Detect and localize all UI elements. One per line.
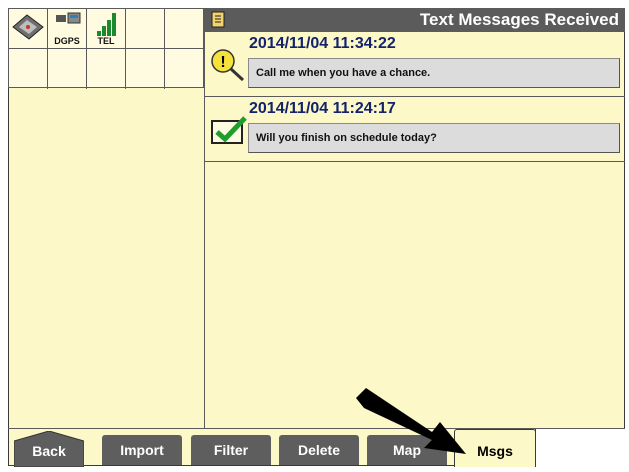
- map-tab[interactable]: Map: [367, 435, 447, 465]
- status-cell-empty: [165, 9, 204, 49]
- bottom-tab-bar: Back Import Filter Delete Map Msgs: [8, 428, 625, 467]
- back-label: Back: [32, 443, 66, 459]
- status-cell-satellite: [9, 9, 48, 49]
- msgs-tab[interactable]: Msgs: [454, 429, 536, 467]
- status-cell-empty: [9, 49, 48, 89]
- svg-text:!: !: [220, 54, 225, 71]
- status-grid: DGPS TEL: [8, 8, 204, 89]
- status-cell-empty: [126, 49, 165, 89]
- status-cell-empty: [48, 49, 87, 89]
- signal-strength-icon: [97, 13, 116, 36]
- status-cell-dgps: DGPS: [48, 9, 87, 49]
- read-check-icon: [211, 116, 247, 144]
- unread-alert-icon: !: [211, 49, 245, 82]
- back-button[interactable]: Back: [14, 431, 84, 467]
- messages-header: Text Messages Received: [205, 8, 625, 32]
- message-text-button[interactable]: Will you finish on schedule today?: [248, 123, 620, 153]
- message-row[interactable]: 2014/11/04 11:24:17 Will you finish on s…: [205, 98, 625, 162]
- status-cell-empty: [87, 49, 126, 89]
- page-title: Text Messages Received: [419, 10, 619, 29]
- status-cell-empty: [165, 49, 204, 89]
- message-text-button[interactable]: Call me when you have a chance.: [248, 58, 620, 88]
- tel-label: TEL: [97, 36, 115, 46]
- filter-tab[interactable]: Filter: [191, 435, 271, 465]
- status-cell-tel: TEL: [87, 9, 126, 49]
- message-row[interactable]: ! 2014/11/04 11:34:22 Call me when you h…: [205, 33, 625, 97]
- satellite-signal-icon: [12, 14, 44, 40]
- status-cell-empty: [126, 9, 165, 49]
- delete-tab[interactable]: Delete: [279, 435, 359, 465]
- gps-receiver-icon: [56, 12, 81, 24]
- document-icon: [211, 11, 225, 28]
- import-tab[interactable]: Import: [102, 435, 182, 465]
- dgps-label: DGPS: [54, 36, 80, 46]
- empty-tab-slot: [535, 429, 625, 467]
- message-timestamp: 2014/11/04 11:24:17: [249, 100, 396, 117]
- message-timestamp: 2014/11/04 11:34:22: [249, 35, 396, 52]
